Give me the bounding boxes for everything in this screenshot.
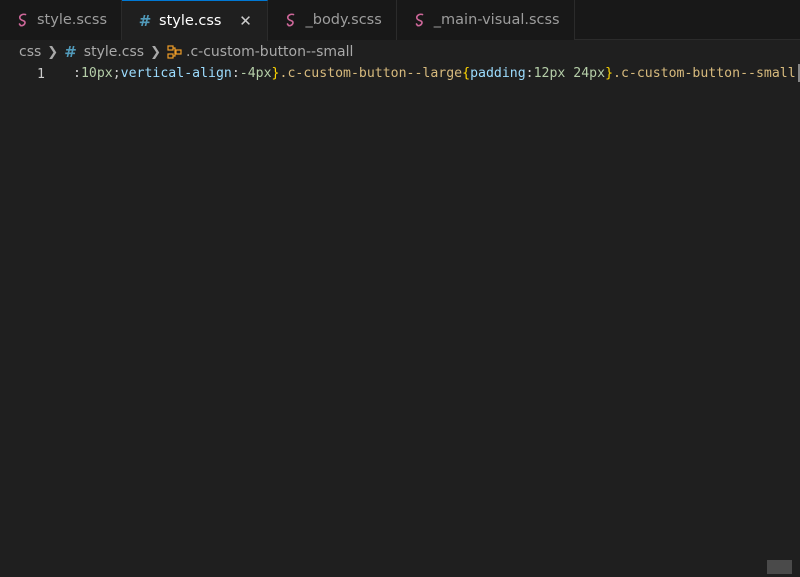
breadcrumb-folder[interactable]: css bbox=[19, 44, 41, 60]
sass-icon bbox=[16, 12, 30, 28]
tab-label: style.css bbox=[159, 13, 222, 29]
token: 12px 24px bbox=[533, 66, 606, 81]
css-hash-icon: # bbox=[138, 12, 152, 30]
token: .c-custom-button--large bbox=[279, 66, 463, 81]
token: } bbox=[605, 66, 614, 81]
token: .c-custom-button--small bbox=[613, 66, 796, 81]
token: -4px bbox=[239, 66, 272, 81]
close-icon[interactable]: ✕ bbox=[237, 12, 253, 30]
tab-label: _main-visual.scss bbox=[433, 12, 560, 28]
breadcrumb-symbol[interactable]: .c-custom-button--small bbox=[186, 44, 353, 60]
token: { bbox=[462, 66, 471, 81]
token: 10px bbox=[80, 66, 113, 81]
horizontal-scrollbar-thumb[interactable] bbox=[767, 560, 792, 574]
tab-main-visual-scss[interactable]: _main-visual.scss bbox=[396, 0, 575, 40]
breadcrumb-file[interactable]: style.css bbox=[84, 44, 144, 60]
breadcrumb: css ❯ # style.css ❯ .c-custom-button--sm… bbox=[0, 40, 800, 64]
code-line[interactable]: 1 :10px;vertical-align:-4px}.c-custom-bu… bbox=[0, 64, 800, 84]
chevron-right-icon: ❯ bbox=[150, 44, 161, 60]
code-editor[interactable]: 1 :10px;vertical-align:-4px}.c-custom-bu… bbox=[0, 64, 800, 577]
token: } bbox=[271, 66, 280, 81]
token: padding bbox=[470, 66, 526, 81]
tab-label: _body.scss bbox=[305, 12, 382, 28]
symbol-class-icon bbox=[167, 45, 182, 59]
code-text[interactable]: :10px;vertical-align:-4px}.c-custom-butt… bbox=[73, 64, 796, 84]
token: : bbox=[525, 66, 534, 81]
tab-body-scss[interactable]: _body.scss bbox=[268, 0, 397, 40]
token: : bbox=[73, 66, 81, 81]
tab-label: style.scss bbox=[37, 12, 108, 28]
tab-bar: style.scss # style.css ✕ _body.scss _mai… bbox=[0, 0, 800, 41]
token: ; bbox=[112, 66, 121, 81]
css-hash-icon: # bbox=[64, 43, 77, 61]
sass-icon bbox=[284, 12, 298, 28]
tab-style-scss[interactable]: style.scss bbox=[0, 0, 123, 40]
chevron-right-icon: ❯ bbox=[47, 44, 59, 60]
token: : bbox=[231, 66, 240, 81]
sass-icon bbox=[413, 12, 427, 28]
line-number: 1 bbox=[37, 66, 45, 82]
tab-style-css[interactable]: # style.css ✕ bbox=[122, 0, 269, 41]
token: vertical-align bbox=[120, 66, 232, 81]
